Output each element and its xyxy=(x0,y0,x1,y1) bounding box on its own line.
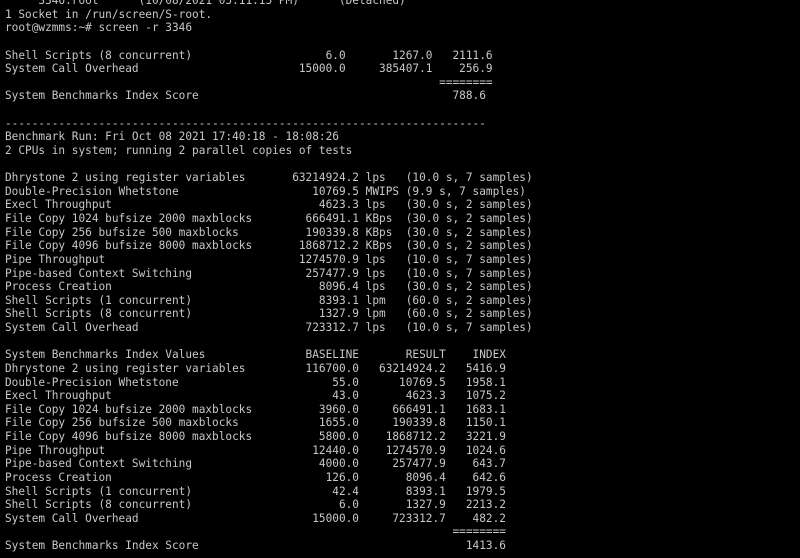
terminal-output[interactable]: 3346.root (10/08/2021 05:11:15 PM) (Deta… xyxy=(5,0,533,553)
terminal-line: Shell Scripts (8 concurrent) 6.0 1327.9 … xyxy=(5,498,506,512)
terminal-window[interactable]: 3346.root (10/08/2021 05:11:15 PM) (Deta… xyxy=(0,0,800,558)
terminal-line: System Call Overhead 15000.0 723312.7 48… xyxy=(5,511,506,525)
terminal-line: File Copy 1024 bufsize 2000 maxblocks 66… xyxy=(5,212,533,225)
terminal-line: Shell Scripts (8 concurrent) 1327.9 lpm … xyxy=(5,307,533,321)
terminal-line: Execl Throughput 4623.3 lps (30.0 s, 2 s… xyxy=(5,198,533,212)
terminal-line: System Benchmarks Index Score 1413.6 xyxy=(5,539,506,552)
terminal-line: Pipe Throughput 1274570.9 lps (10.0 s, 7… xyxy=(5,252,533,266)
terminal-line: 3346.root (10/08/2021 05:11:15 PM) (Deta… xyxy=(5,0,406,7)
terminal-line: 2 CPUs in system; running 2 parallel cop… xyxy=(5,143,353,157)
terminal-line: System Benchmarks Index Score 788.6 xyxy=(5,89,486,103)
terminal-line: System Call Overhead 723312.7 lps (10.0 … xyxy=(5,321,533,334)
terminal-line: Double-Precision Whetstone 10769.5 MWIPS… xyxy=(5,184,526,198)
terminal-line: Execl Throughput 43.0 4623.3 1075.2 xyxy=(5,389,506,403)
terminal-line: File Copy 4096 bufsize 8000 maxblocks 18… xyxy=(5,239,533,253)
terminal-line: Double-Precision Whetstone 55.0 10769.5 … xyxy=(5,375,506,389)
terminal-line: root@wzmms:~# screen -r 3346 xyxy=(5,21,193,35)
terminal-line: Pipe-based Context Switching 4000.0 2574… xyxy=(5,457,506,471)
terminal-line: Pipe-based Context Switching 257477.9 lp… xyxy=(5,266,533,280)
terminal-line: File Copy 256 bufsize 500 maxblocks 1903… xyxy=(5,225,533,239)
terminal-line: ----------------------------------------… xyxy=(5,116,486,130)
terminal-line: Process Creation 126.0 8096.4 642.6 xyxy=(5,470,506,484)
terminal-line: ======== xyxy=(5,525,506,539)
terminal-line: Shell Scripts (1 concurrent) 8393.1 lpm … xyxy=(5,293,533,307)
terminal-line: 1 Socket in /run/screen/S-root. xyxy=(5,7,213,21)
terminal-line: File Copy 4096 bufsize 8000 maxblocks 58… xyxy=(5,430,506,443)
terminal-line: File Copy 256 bufsize 500 maxblocks 1655… xyxy=(5,416,506,430)
terminal-line: System Benchmarks Index Values BASELINE … xyxy=(5,348,506,362)
terminal-line: Dhrystone 2 using register variables 632… xyxy=(5,171,533,185)
terminal-line: Pipe Throughput 12440.0 1274570.9 1024.6 xyxy=(5,443,506,457)
terminal-line: Dhrystone 2 using register variables 116… xyxy=(5,361,506,375)
terminal-line: Shell Scripts (8 concurrent) 6.0 1267.0 … xyxy=(5,48,493,62)
terminal-line: Benchmark Run: Fri Oct 08 2021 17:40:18 … xyxy=(5,130,339,144)
terminal-line: Process Creation 8096.4 lps (30.0 s, 2 s… xyxy=(5,280,533,294)
terminal-line: Shell Scripts (1 concurrent) 42.4 8393.1… xyxy=(5,484,506,498)
terminal-line: ======== xyxy=(5,75,493,89)
terminal-line: System Call Overhead 15000.0 385407.1 25… xyxy=(5,62,493,76)
terminal-line: File Copy 1024 bufsize 2000 maxblocks 39… xyxy=(5,402,506,416)
